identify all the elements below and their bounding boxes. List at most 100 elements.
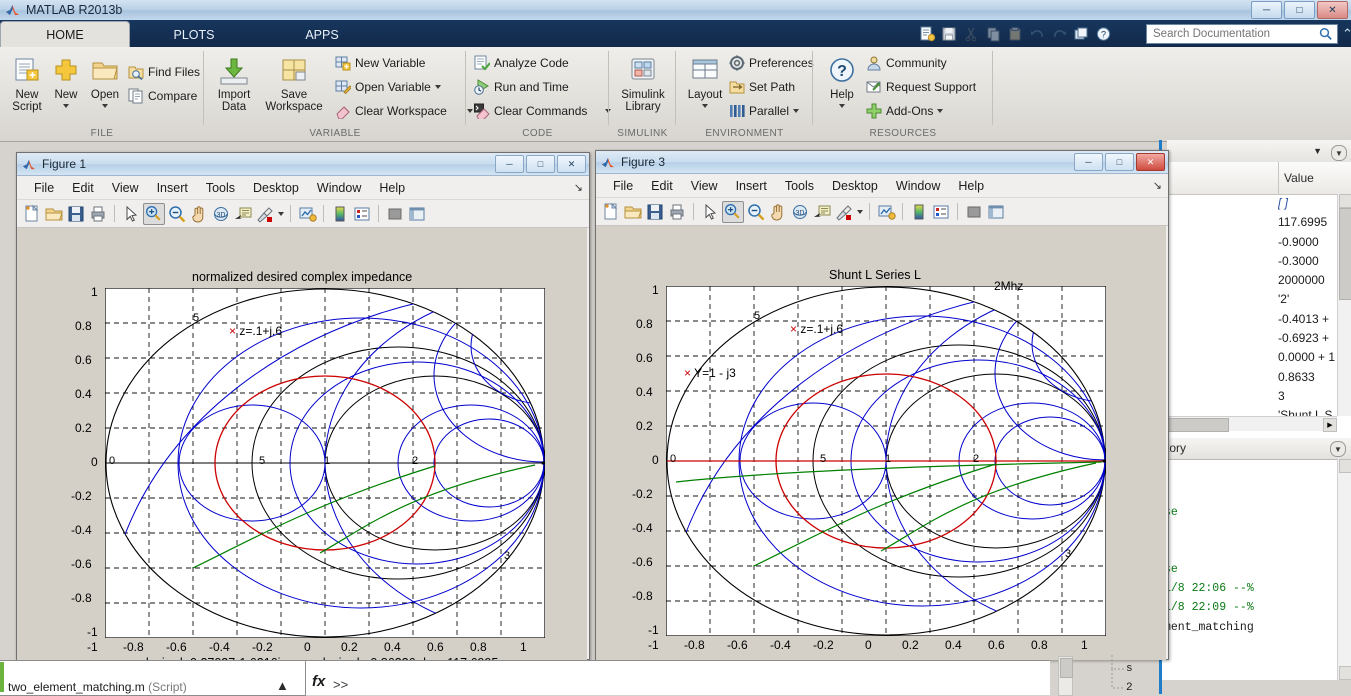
- history-line[interactable]: 1/8 22:06 --%: [1164, 582, 1254, 595]
- analyze-code-button[interactable]: Analyze Code: [474, 55, 569, 71]
- pointer-icon[interactable]: [700, 202, 720, 222]
- menu-insert[interactable]: Insert: [727, 179, 776, 193]
- minimize-button[interactable]: ─: [495, 155, 524, 173]
- workspace-vertical-scrollbar[interactable]: [1337, 194, 1351, 416]
- help-icon[interactable]: ?: [1094, 25, 1113, 43]
- panel-options-button[interactable]: ▼: [1330, 441, 1346, 457]
- save-workspace-button[interactable]: Save Workspace: [259, 57, 329, 113]
- open-variable-button[interactable]: Open Variable: [335, 79, 441, 95]
- tab-home[interactable]: HOME: [0, 21, 130, 47]
- chevron-down-icon[interactable]: [434, 85, 441, 89]
- parallel-button[interactable]: Parallel: [729, 103, 800, 119]
- tab-apps[interactable]: APPS: [258, 22, 386, 47]
- chevron-down-icon[interactable]: [278, 211, 284, 216]
- search-input[interactable]: [1151, 27, 1320, 41]
- close-button[interactable]: ✕: [1136, 153, 1165, 171]
- chevron-down-icon[interactable]: [857, 209, 863, 214]
- menu-file[interactable]: File: [604, 179, 642, 193]
- legend-icon[interactable]: [352, 204, 372, 224]
- add-ons-button[interactable]: Add-Ons: [866, 103, 944, 119]
- print-icon[interactable]: [88, 204, 108, 224]
- switch-window-icon[interactable]: [1072, 25, 1091, 43]
- community-button[interactable]: Community: [866, 55, 947, 71]
- menu-help[interactable]: Help: [949, 179, 993, 193]
- link-plot-icon[interactable]: [297, 204, 317, 224]
- panel-options-button[interactable]: ▼: [1331, 145, 1347, 161]
- close-button[interactable]: ✕: [557, 155, 586, 173]
- tree-item[interactable]: s: [1126, 663, 1133, 675]
- menu-edit[interactable]: Edit: [642, 179, 682, 193]
- show-plot-tools-icon[interactable]: [407, 204, 427, 224]
- save-figure-icon[interactable]: [66, 204, 86, 224]
- save-figure-icon[interactable]: [645, 202, 665, 222]
- request-support-button[interactable]: Request Support: [866, 79, 976, 95]
- chevron-down-icon[interactable]: [937, 109, 944, 113]
- hide-plot-tools-icon[interactable]: [964, 202, 984, 222]
- pan-icon[interactable]: [768, 202, 788, 222]
- chevron-down-icon[interactable]: [102, 104, 108, 108]
- colorbar-icon[interactable]: [909, 202, 929, 222]
- data-cursor-icon[interactable]: [233, 204, 253, 224]
- menu-overflow-icon[interactable]: ↘: [1153, 179, 1162, 192]
- workspace-horizontal-scrollbar[interactable]: ▶: [1167, 416, 1337, 432]
- set-path-button[interactable]: Set Path: [729, 79, 795, 95]
- chevron-down-icon[interactable]: [702, 104, 708, 108]
- brush-icon[interactable]: [834, 202, 854, 222]
- compare-button[interactable]: Compare: [128, 88, 197, 104]
- menu-window[interactable]: Window: [308, 181, 370, 195]
- open-figure-icon[interactable]: [44, 204, 64, 224]
- open-figure-icon[interactable]: [623, 202, 643, 222]
- menu-desktop[interactable]: Desktop: [823, 179, 887, 193]
- data-cursor-icon[interactable]: [812, 202, 832, 222]
- minimize-button[interactable]: ─: [1251, 1, 1282, 19]
- clear-workspace-button[interactable]: Clear Workspace: [335, 103, 473, 120]
- menu-insert[interactable]: Insert: [148, 181, 197, 195]
- link-plot-icon[interactable]: [876, 202, 896, 222]
- chevron-down-icon[interactable]: ▼: [1313, 146, 1322, 156]
- menu-file[interactable]: File: [25, 181, 63, 195]
- search-documentation-box[interactable]: [1146, 24, 1338, 44]
- editor-tab-chevron-icon[interactable]: ▲: [276, 678, 289, 693]
- menu-overflow-icon[interactable]: ↘: [574, 181, 583, 194]
- brush-icon[interactable]: [255, 204, 275, 224]
- workspace-path-bar[interactable]: ▼: [1167, 140, 1351, 163]
- rotate-3d-icon[interactable]: 3D: [211, 204, 231, 224]
- print-icon[interactable]: [667, 202, 687, 222]
- figure-1-plot-canvas[interactable]: normalized desired complex impedance 1 0…: [17, 228, 587, 660]
- workspace-column-value[interactable]: Value: [1284, 171, 1314, 185]
- chevron-down-icon[interactable]: [63, 104, 69, 108]
- new-script-icon[interactable]: [918, 25, 937, 43]
- layout-button[interactable]: Layout: [681, 57, 729, 108]
- menu-view[interactable]: View: [682, 179, 727, 193]
- maximize-button[interactable]: □: [526, 155, 555, 173]
- command-window[interactable]: [305, 660, 1050, 695]
- preferences-button[interactable]: Preferences: [729, 55, 814, 71]
- figure-3-plot-canvas[interactable]: Shunt L Series L 1 0.8 0.6 0.4 0.2 0 -0.…: [596, 226, 1166, 660]
- menu-edit[interactable]: Edit: [63, 181, 103, 195]
- chevron-down-icon[interactable]: [793, 109, 800, 113]
- pan-icon[interactable]: [189, 204, 209, 224]
- tree-item[interactable]: 2: [1126, 682, 1133, 694]
- maximize-button[interactable]: □: [1105, 153, 1134, 171]
- command-prompt[interactable]: >>: [333, 677, 348, 692]
- pointer-icon[interactable]: [121, 204, 141, 224]
- open-button[interactable]: Open: [81, 57, 129, 108]
- menu-window[interactable]: Window: [887, 179, 949, 193]
- help-button[interactable]: ? Help: [818, 57, 866, 108]
- menu-desktop[interactable]: Desktop: [244, 181, 308, 195]
- command-history-scrollbar[interactable]: [1337, 459, 1351, 680]
- save-icon[interactable]: [940, 25, 959, 43]
- bottom-left-scrollbar[interactable]: [1058, 656, 1073, 696]
- menu-tools[interactable]: Tools: [776, 179, 823, 193]
- zoom-out-icon[interactable]: [746, 202, 766, 222]
- find-files-button[interactable]: Find Files: [128, 64, 200, 81]
- close-button[interactable]: ✕: [1317, 1, 1348, 19]
- colorbar-icon[interactable]: [330, 204, 350, 224]
- minimize-button[interactable]: ─: [1074, 153, 1103, 171]
- rotate-3d-icon[interactable]: 3D: [790, 202, 810, 222]
- menu-view[interactable]: View: [103, 181, 148, 195]
- clear-commands-button[interactable]: Clear Commands: [474, 103, 612, 121]
- maximize-button[interactable]: □: [1284, 1, 1315, 19]
- show-plot-tools-icon[interactable]: [986, 202, 1006, 222]
- simulink-library-button[interactable]: Simulink Library: [616, 57, 670, 113]
